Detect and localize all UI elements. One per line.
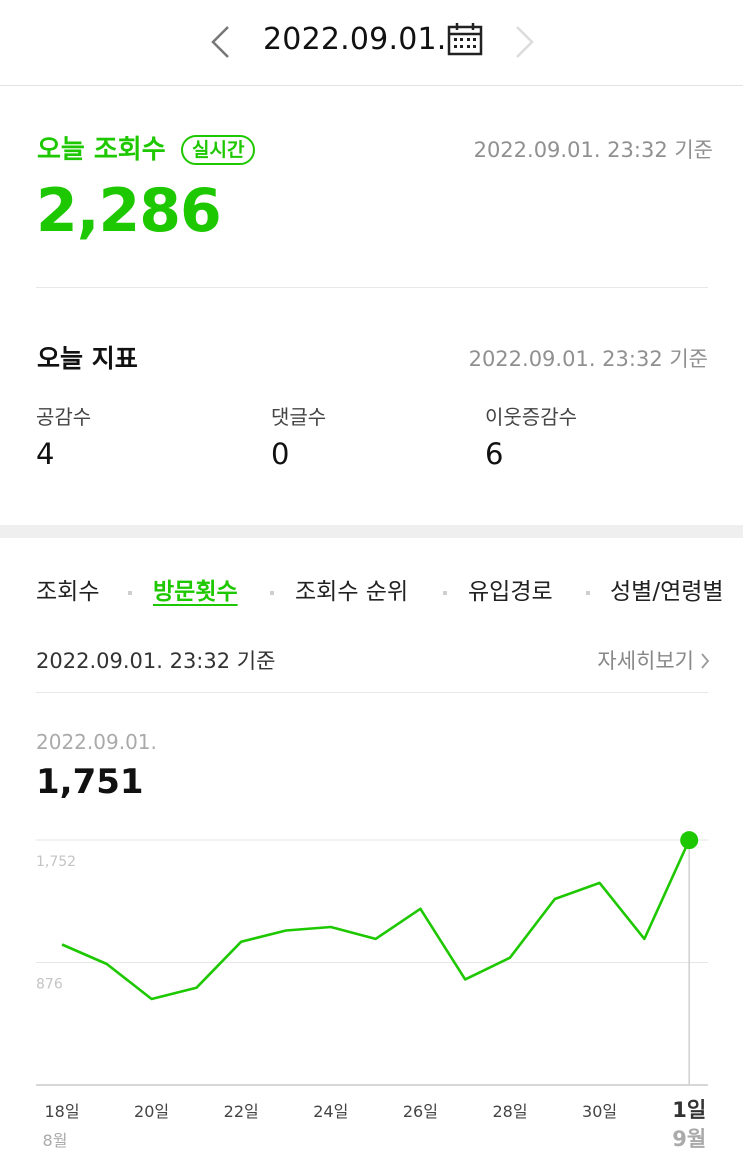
metric-value: 6	[485, 437, 504, 471]
tab-separator-dot	[443, 591, 447, 595]
previous-day-button[interactable]	[200, 18, 240, 66]
month-label: 9월	[672, 1127, 706, 1151]
tab-separator-dot	[128, 591, 132, 595]
highlighted-data-point	[680, 831, 699, 850]
x-tick-label: 26일	[403, 1102, 438, 1121]
x-tick-label: 18일	[44, 1102, 79, 1121]
metric-label: 공감수	[36, 405, 92, 429]
x-tick-label: 30일	[582, 1102, 617, 1121]
metric-label: 이웃증감수	[485, 405, 577, 429]
y-tick-label: 876	[36, 977, 63, 993]
chevron-left-icon	[211, 26, 229, 58]
today-views-value: 2,286	[36, 176, 222, 246]
details-label: 자세히보기	[597, 649, 694, 673]
divider	[36, 692, 708, 693]
current-date[interactable]: 2022.09.01.	[263, 20, 447, 60]
selected-date: 2022.09.01.	[36, 730, 157, 754]
metric-value: 4	[36, 437, 55, 471]
section-separator	[0, 525, 743, 538]
today-views-timestamp: 2022.09.01. 23:32 기준	[473, 138, 713, 162]
tab-views[interactable]: 조회수	[36, 576, 99, 608]
chevron-right-icon	[701, 653, 710, 669]
next-day-button[interactable]	[505, 18, 545, 66]
today-metrics-title: 오늘 지표	[37, 344, 138, 373]
date-navigator: 2022.09.01.	[0, 0, 743, 86]
visits-timestamp: 2022.09.01. 23:32 기준	[36, 649, 276, 673]
today-metrics-timestamp: 2022.09.01. 23:32 기준	[468, 347, 708, 371]
month-label: 8월	[43, 1131, 68, 1150]
selected-value: 1,751	[36, 762, 144, 802]
series-line	[61, 839, 691, 1001]
tab-referrer[interactable]: 유입경로	[468, 576, 553, 608]
calendar-icon[interactable]	[447, 21, 483, 57]
tab-separator-dot	[586, 591, 590, 595]
tab-gender-age[interactable]: 성별/연령별	[610, 576, 743, 608]
x-tick-label: 24일	[313, 1102, 348, 1121]
y-tick-label: 1,752	[36, 854, 76, 870]
realtime-badge: 실시간	[181, 135, 256, 165]
x-tick-label: 1일	[672, 1098, 706, 1122]
today-views-title: 오늘 조회수	[37, 135, 166, 165]
tab-views-ranking[interactable]: 조회수 순위	[295, 576, 408, 608]
x-tick-label: 28일	[492, 1102, 527, 1121]
metric-likes: 공감수 4	[36, 404, 91, 471]
x-tick-label: 22일	[224, 1102, 259, 1121]
metric-neighbors: 이웃증감수 6	[485, 404, 577, 471]
divider	[36, 287, 708, 288]
details-link[interactable]: 자세히보기	[597, 647, 710, 675]
visits-line-chart[interactable]: 876 1,752 18일 20일 22일 24일 26일 28일 30일 1일 8월 9월	[0, 820, 743, 1153]
chevron-right-icon	[516, 26, 534, 58]
tab-visits[interactable]: 방문횟수	[153, 576, 238, 608]
metric-label: 댓글수	[271, 405, 327, 429]
metric-comments: 댓글수 0	[271, 404, 326, 471]
tab-separator-dot	[270, 591, 274, 595]
x-tick-label: 20일	[134, 1102, 169, 1121]
metric-value: 0	[271, 437, 290, 471]
